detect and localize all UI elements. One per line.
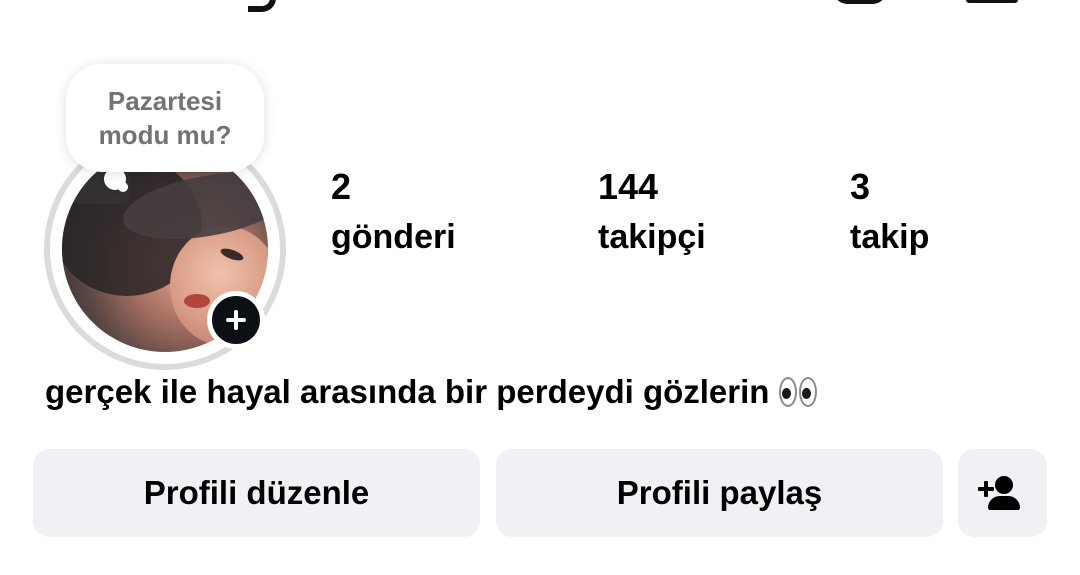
add-person-plus-h [978,487,994,491]
plus-icon-bar [226,318,246,322]
followers-label: takipçi [598,218,706,256]
avatar-lips [184,294,210,308]
eye-right [799,377,818,407]
share-profile-label: Profili paylaş [616,474,823,511]
following-label: takip [850,218,930,256]
posts-count: 2 [331,166,352,207]
menu-icon[interactable] [966,0,1018,3]
add-person-head [995,476,1013,494]
add-person-body [988,496,1020,510]
note-text-line2: modu mu? [98,120,232,150]
username-partial [248,0,276,12]
eye-left [779,377,798,407]
threads-icon[interactable] [832,0,888,4]
bio-text: gerçek ile hayal arasında bir perdeydi g… [45,373,770,410]
share-profile-button[interactable]: Profili paylaş [496,449,943,537]
posts-label: gönderi [331,218,456,256]
add-story-button[interactable] [207,291,265,349]
bio: gerçek ile hayal arasında bir perdeydi g… [45,370,818,414]
note-bubble[interactable]: Pazartesi modu mu? [66,64,264,172]
edit-profile-button[interactable]: Profili düzenle [33,449,480,537]
following-stat[interactable]: 3 takip [850,166,929,258]
pupil-right [802,388,812,399]
note-text-line1: Pazartesi [107,86,223,116]
following-count: 3 [850,166,871,207]
posts-stat[interactable]: 2 gönderi [331,166,456,258]
followers-count: 144 [598,166,659,207]
pupil-left [782,388,792,399]
profile-header: Pazartesi modu mu? 2 gönderi 144 takipçi… [0,0,1080,575]
followers-stat[interactable]: 144 takipçi [598,166,706,258]
edit-profile-label: Profili düzenle [143,474,370,511]
eyes-icon [779,377,818,407]
note-bubble-tail-small [118,182,128,192]
discover-people-button[interactable] [958,449,1047,537]
